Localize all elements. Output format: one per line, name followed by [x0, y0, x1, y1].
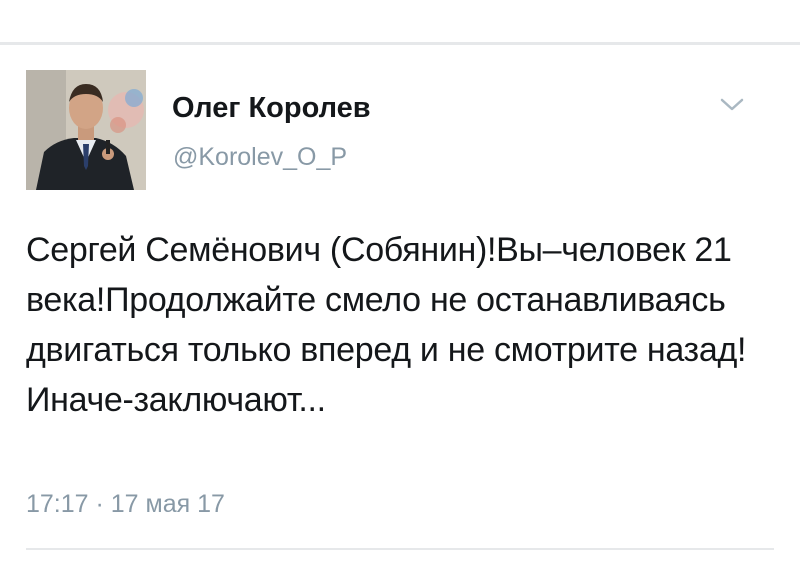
author-display-name[interactable]: Олег Королев: [172, 92, 371, 125]
tweet-text: Сергей Семёнович (Собянин)!Вы–человек 21…: [26, 231, 747, 419]
chevron-down-icon[interactable]: [719, 96, 745, 114]
author-handle[interactable]: @Korolev_O_P: [173, 143, 347, 172]
top-divider: [0, 42, 800, 45]
tweet-timestamp[interactable]: 17:17 · 17 мая 17: [26, 490, 225, 519]
avatar-photo: [26, 70, 146, 190]
avatar[interactable]: [26, 70, 146, 190]
bottom-divider: [26, 548, 774, 550]
